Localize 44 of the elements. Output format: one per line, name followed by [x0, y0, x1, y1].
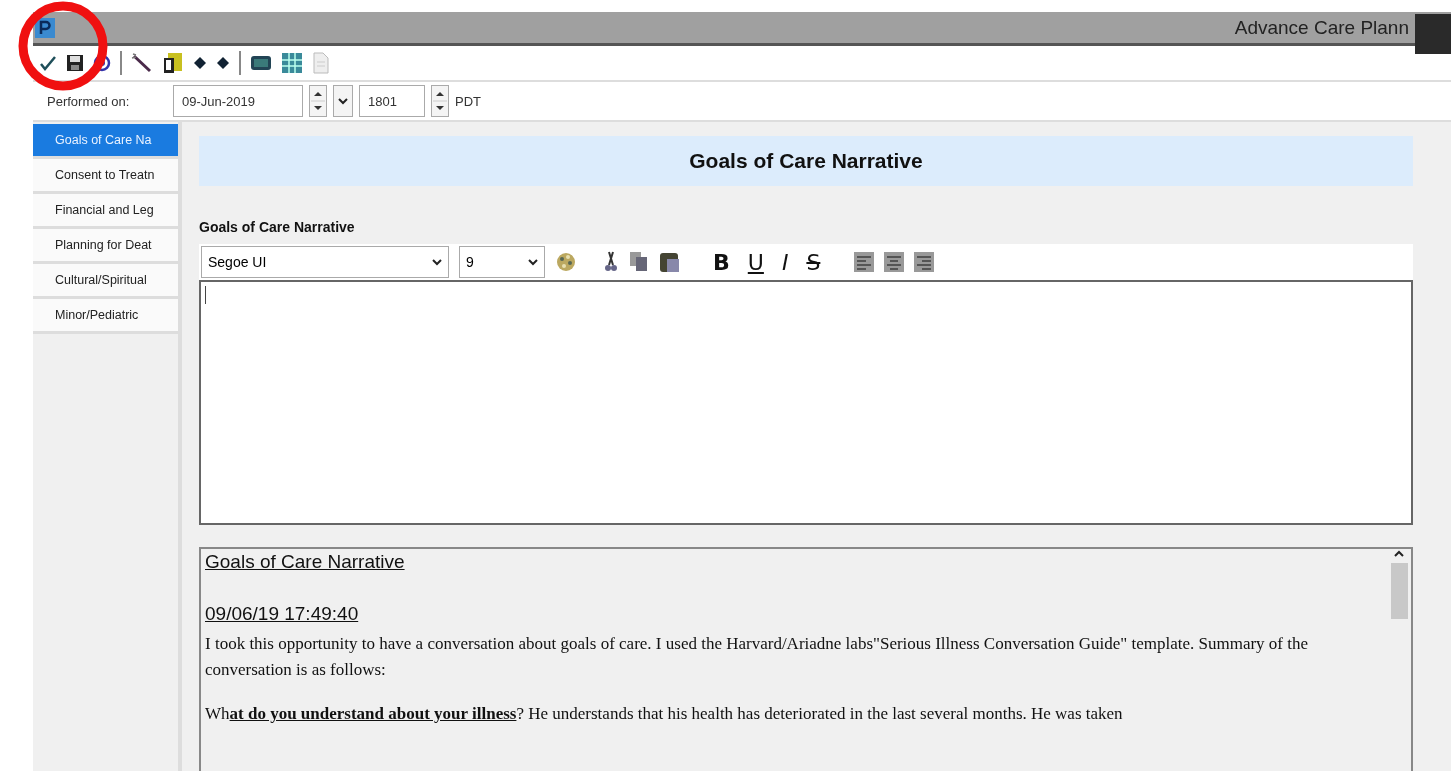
note-timestamp: 09/06/19 17:49:40: [205, 603, 359, 625]
document-icon[interactable]: [162, 52, 184, 74]
format-button[interactable]: U: [743, 249, 768, 275]
caret-icon: [528, 258, 538, 266]
caret-icon: [432, 258, 442, 266]
note-title: Goals of Care Narrative: [205, 551, 405, 573]
app-icon: [35, 17, 55, 38]
save-icon[interactable]: [66, 54, 84, 72]
checkmark-icon[interactable]: [39, 54, 57, 72]
section-header: Goals of Care Narrative: [199, 136, 1413, 186]
dropdown-button[interactable]: [333, 85, 353, 117]
align-right-icon[interactable]: [914, 252, 935, 272]
time-field[interactable]: 1801: [359, 85, 425, 117]
size-dropdown[interactable]: 9: [459, 246, 545, 278]
section-tab[interactable]: Minor/Pediatric: [33, 299, 178, 334]
section-tab[interactable]: Financial and Leg: [33, 194, 178, 229]
wand-icon[interactable]: [131, 53, 153, 73]
scroll-up-icon[interactable]: [1394, 549, 1404, 559]
scrollbar-thumb[interactable]: [1390, 563, 1408, 619]
section-tab[interactable]: Goals of Care Na: [33, 124, 178, 159]
palette-icon[interactable]: [555, 251, 577, 273]
note-paragraph: I took this opportunity to have a conversation about goals of care. I used the Harvard/Ariadne labs"Serious Illness Conversation Guide" template. Summary of the conversation is as follows:: [205, 633, 1310, 681]
format-button[interactable]: I: [777, 249, 793, 275]
section-tab[interactable]: Cultural/Spiritual: [33, 264, 178, 299]
align-center-icon[interactable]: [884, 252, 905, 272]
field-label: Goals of Care Narrative: [199, 219, 355, 235]
table-icon[interactable]: [281, 52, 303, 74]
format-button[interactable]: B: [709, 249, 734, 275]
font-dropdown[interactable]: Segoe UI: [201, 246, 449, 278]
performed-label: Performed on:: [47, 93, 131, 109]
window-title: Advance Care Plann: [1234, 16, 1410, 39]
timezone-label: PDT: [455, 93, 481, 109]
note-paragraph: What do you understand about your illness? He understands that his health has deteriorated in the last several months. He was taken: [205, 703, 1124, 725]
copy-icon[interactable]: [629, 251, 649, 273]
date-field[interactable]: 09-Jun-2019: [173, 85, 303, 117]
section-tab[interactable]: Planning for Deat: [33, 229, 178, 264]
caret-icon: [338, 97, 348, 105]
scissors-icon[interactable]: [603, 251, 619, 273]
monitor-icon[interactable]: [250, 54, 272, 72]
align-left-icon[interactable]: [854, 252, 875, 272]
paste-icon[interactable]: [659, 251, 681, 273]
format-button[interactable]: S: [802, 249, 825, 275]
section-tab[interactable]: Consent to Treatn: [33, 159, 178, 194]
circle-icon[interactable]: [93, 54, 111, 72]
